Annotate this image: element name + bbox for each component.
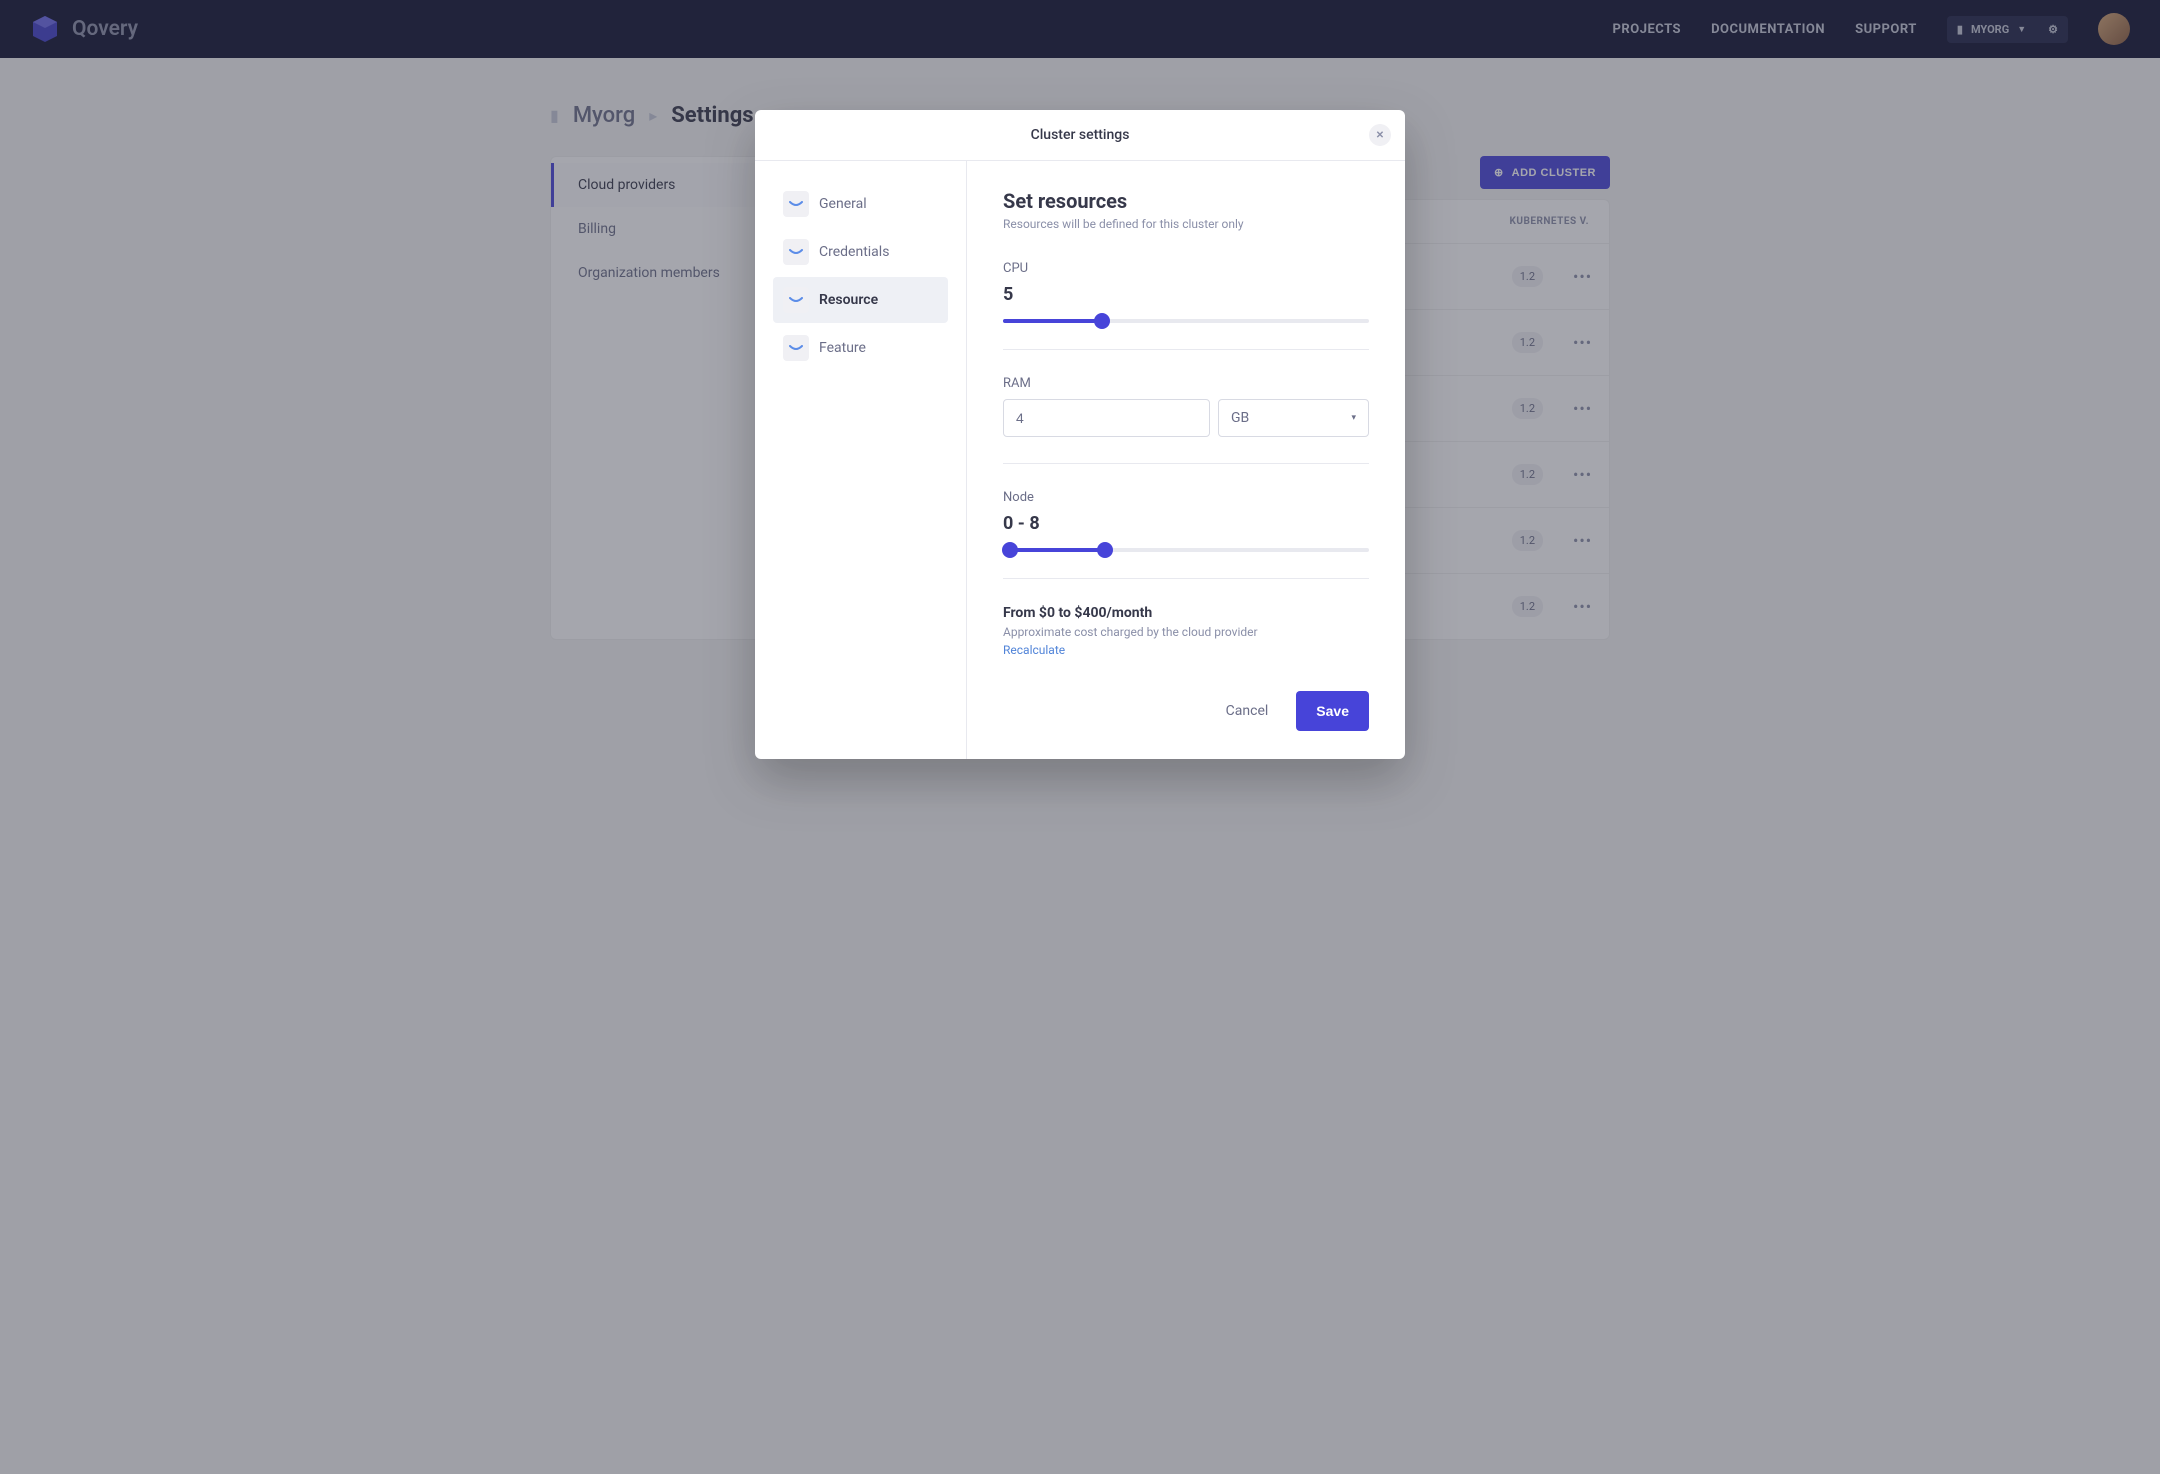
tab-label: Feature [819,340,866,356]
cpu-slider-fill [1003,319,1102,323]
divider [1003,349,1369,350]
caret-down-icon: ▾ [1351,413,1356,423]
modal-title: Cluster settings [1031,127,1130,143]
ram-unit-value: GB [1231,410,1249,426]
resources-sub: Resources will be defined for this clust… [1003,217,1369,231]
modal-actions: Cancel Save [1003,691,1369,731]
node-slider-thumb-max[interactable] [1097,542,1113,558]
close-icon: × [1376,127,1383,143]
cpu-slider-thumb[interactable] [1094,313,1110,329]
tab-credentials[interactable]: Credentials [773,229,948,275]
cluster-settings-modal: Cluster settings × General Credentials R… [755,110,1405,759]
tab-label: Resource [819,292,878,308]
tab-general[interactable]: General [773,181,948,227]
node-slider-thumb-min[interactable] [1002,542,1018,558]
modal-overlay: Cluster settings × General Credentials R… [0,0,2160,1474]
cost-sub: Approximate cost charged by the cloud pr… [1003,625,1369,639]
ram-unit-select[interactable]: GB ▾ [1218,399,1369,437]
modal-header: Cluster settings × [755,110,1405,161]
tab-resource[interactable]: Resource [773,277,948,323]
node-label: Node [1003,490,1369,505]
node-slider[interactable] [1003,548,1369,552]
cpu-label: CPU [1003,261,1369,276]
node-slider-fill [1010,548,1105,552]
divider [1003,578,1369,579]
smile-icon [783,191,809,217]
recalculate-link[interactable]: Recalculate [1003,643,1369,657]
smile-icon [783,239,809,265]
smile-icon [783,287,809,313]
divider [1003,463,1369,464]
cancel-button[interactable]: Cancel [1214,693,1281,729]
smile-icon [783,335,809,361]
ram-label: RAM [1003,376,1369,391]
node-value: 0 - 8 [1003,513,1369,534]
close-button[interactable]: × [1369,124,1391,146]
ram-input[interactable] [1003,399,1210,437]
tab-label: General [819,196,867,212]
tab-feature[interactable]: Feature [773,325,948,371]
save-button[interactable]: Save [1296,691,1369,731]
modal-content: Set resources Resources will be defined … [967,161,1405,759]
modal-tabs: General Credentials Resource Feature [755,161,967,759]
cpu-slider[interactable] [1003,319,1369,323]
resources-heading: Set resources [1003,189,1369,213]
tab-label: Credentials [819,244,889,260]
cpu-value: 5 [1003,284,1369,305]
cost-line: From $0 to $400/month [1003,605,1369,621]
